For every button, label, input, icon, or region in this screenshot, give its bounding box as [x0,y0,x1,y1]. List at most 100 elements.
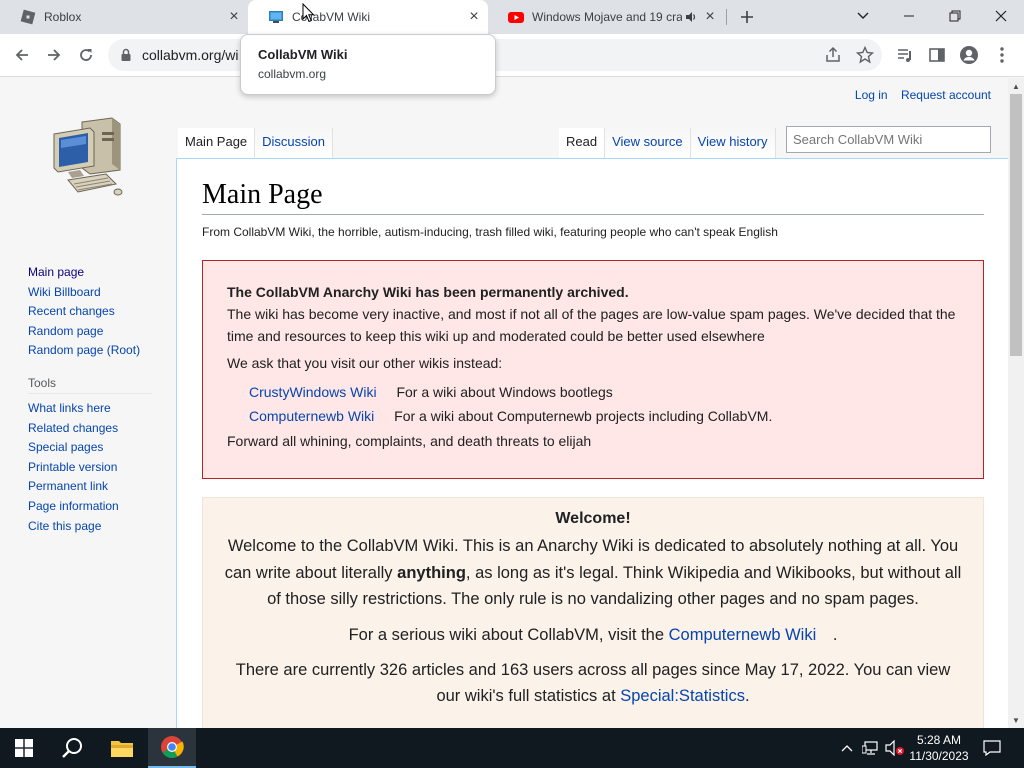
tab-main-page[interactable]: Main Page [178,128,256,158]
computernewb-wiki-link[interactable]: Computernewb Wiki [669,626,817,644]
close-tab-icon[interactable]: × [700,7,720,27]
youtube-icon [508,9,524,25]
list-item: Computernewb Wiki For a wiki about Compu… [249,404,959,428]
tab-title: CollabVM Wiki [292,10,371,24]
namespace-tabs: Main Page Discussion [178,128,334,158]
sidebar-item-random-page-root[interactable]: Random page (Root) [28,341,158,361]
archive-notice: The CollabVM Anarchy Wiki has been perma… [202,260,984,479]
tab-read[interactable]: Read [559,128,606,158]
personal-tools: Log in Request account [845,88,991,102]
scroll-up-arrow-icon[interactable]: ▲ [1008,78,1024,94]
chrome-taskbar-icon[interactable] [148,728,196,768]
close-tab-icon[interactable]: × [224,7,244,27]
profile-avatar-icon[interactable] [954,40,984,70]
notification-center-icon[interactable] [976,728,1008,768]
welcome-paragraph: Welcome to the CollabVM Wiki. This is an… [203,533,983,613]
forward-button[interactable] [39,40,69,70]
lock-icon[interactable] [118,47,134,63]
chrome-menu-icon[interactable] [987,40,1017,70]
share-icon[interactable] [824,46,842,69]
computer-favicon [268,9,284,25]
wiki-logo[interactable] [50,114,126,200]
side-panel-icon[interactable] [922,40,952,70]
reload-button[interactable] [71,40,101,70]
notice-title: The CollabVM Anarchy Wiki has been perma… [227,284,629,300]
search-input[interactable] [786,126,991,153]
roblox-icon [20,9,36,25]
tab-title: Windows Mojave and 19 cra [532,10,682,24]
close-tab-icon[interactable]: × [464,7,484,27]
heading-divider [202,214,984,215]
sidebar-item-main-page[interactable]: Main page [28,263,158,283]
scrollbar-thumb[interactable] [1010,94,1022,356]
sidebar-navigation: Main page Wiki Billboard Recent changes … [28,263,158,536]
sidebar-item-permanent-link[interactable]: Permanent link [28,477,158,497]
welcome-box: Welcome! Welcome to the CollabVM Wiki. T… [202,497,984,728]
url-text: collabvm.org/wi [142,47,239,63]
tab-hover-card: CollabVM Wiki collabvm.org [240,34,496,95]
tab-discussion[interactable]: Discussion [255,128,334,158]
notice-body: The wiki has become very inactive, and m… [227,306,956,344]
new-tab-button[interactable] [734,5,760,29]
request-account-link[interactable]: Request account [901,88,991,102]
sidebar-item-recent-changes[interactable]: Recent changes [28,302,158,322]
wiki-page: Log in Request account Main page Wiki Bi… [0,78,1008,728]
scroll-down-arrow-icon[interactable]: ▼ [1008,712,1024,728]
show-hidden-icons-icon[interactable] [838,728,856,768]
clock-date: 11/30/2023 [909,749,969,763]
minimize-button[interactable] [886,0,932,32]
serious-wiki-text: . [828,625,838,644]
start-button[interactable] [0,728,48,768]
browser-toolbar: collabvm.org/wi [0,34,1024,77]
sidebar-item-wiki-billboard[interactable]: Wiki Billboard [28,283,158,303]
view-tabs: Read View source View history [559,128,776,158]
sidebar-tools-heading: Tools [28,376,152,394]
sidebar-item-special-pages[interactable]: Special pages [28,438,158,458]
speaker-icon[interactable] [682,11,700,23]
hover-card-url: collabvm.org [258,67,327,81]
notice-footer: Forward all whining, complaints, and dea… [227,433,592,449]
sidebar-item-related-changes[interactable]: Related changes [28,419,158,439]
clock-time: 5:28 AM [916,733,962,747]
media-control-icon[interactable] [890,40,920,70]
tab-view-source[interactable]: View source [605,128,691,158]
tab-search-button[interactable] [840,0,886,32]
tab-collabvm-wiki[interactable]: CollabVM Wiki × [248,0,488,34]
restore-button[interactable] [932,0,978,32]
statistics-text: . [744,687,750,705]
welcome-bold-text: anything [397,563,466,582]
back-button[interactable] [7,40,37,70]
sidebar-item-page-information[interactable]: Page information [28,497,158,517]
content-area: Main Page From CollabVM Wiki, the horrib… [176,158,1008,728]
statistics-paragraph: There are currently 326 articles and 163… [203,657,983,710]
tab-view-history[interactable]: View history [690,128,776,158]
file-explorer-icon[interactable] [98,728,146,768]
login-link[interactable]: Log in [855,88,888,102]
site-subtitle: From CollabVM Wiki, the horrible, autism… [202,225,778,239]
hover-card-title: CollabVM Wiki [258,47,348,62]
tab-title: Roblox [44,10,82,24]
computernewb-wiki-link[interactable]: Computernewb Wiki [249,404,374,428]
bookmark-star-icon[interactable] [855,45,875,69]
page-scrollbar[interactable]: ▲ ▼ [1008,78,1024,728]
wiki-description: For a wiki about Computernewb projects i… [394,408,773,424]
other-wikis-list: CrustyWindows Wiki For a wiki about Wind… [227,380,959,428]
sidebar-item-printable-version[interactable]: Printable version [28,458,158,478]
serious-wiki-paragraph: For a serious wiki about CollabVM, visit… [203,622,983,648]
tab-roblox[interactable]: Roblox × [0,0,248,34]
system-clock[interactable]: 5:28 AM 11/30/2023 [902,728,976,768]
crustywindows-wiki-link[interactable]: CrustyWindows Wiki [249,380,377,404]
tab-youtube[interactable]: Windows Mojave and 19 cra × [488,0,724,34]
sidebar-item-what-links-here[interactable]: What links here [28,399,158,419]
network-icon[interactable] [860,728,882,768]
close-window-button[interactable] [978,0,1024,32]
special-statistics-link[interactable]: Special:Statistics [620,687,745,705]
sidebar-item-cite-this-page[interactable]: Cite this page [28,517,158,537]
tab-strip: Roblox × CollabVM Wiki × Windows Mojave … [0,0,1024,34]
taskbar-search-icon[interactable] [48,728,96,768]
wiki-description: For a wiki about Windows bootlegs [396,384,613,400]
welcome-heading: Welcome! [555,510,631,527]
sidebar-item-random-page[interactable]: Random page [28,322,158,342]
list-item: CrustyWindows Wiki For a wiki about Wind… [249,380,959,404]
statistics-text: There are currently 326 articles and 163… [235,660,951,706]
